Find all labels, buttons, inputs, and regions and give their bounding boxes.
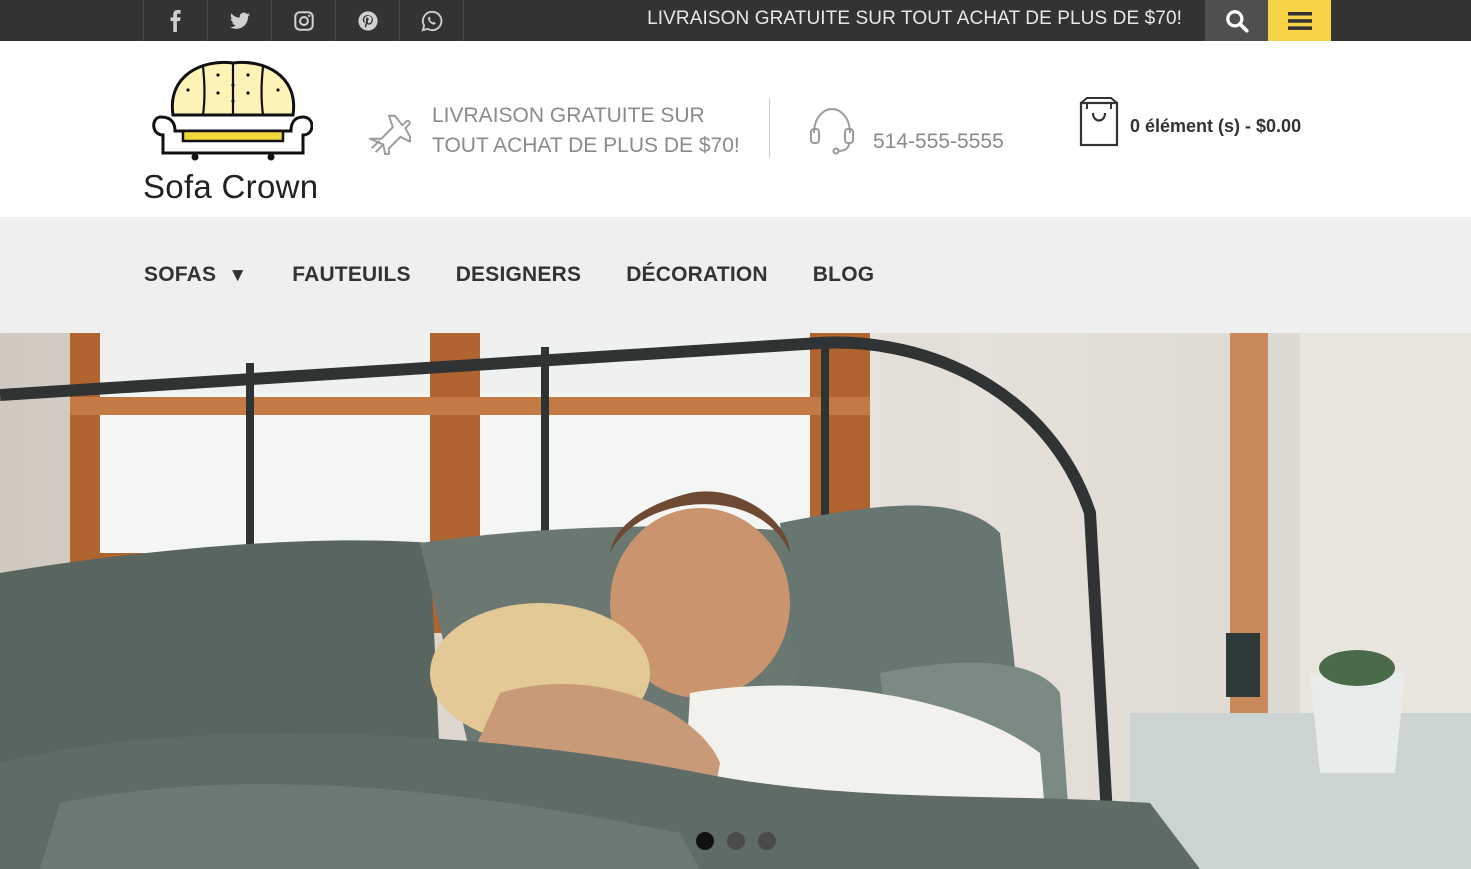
nav-item-label: SOFAS	[144, 263, 217, 286]
search-button[interactable]	[1205, 0, 1268, 41]
hero-slider[interactable]	[0, 333, 1471, 869]
site-logo[interactable]: Sofa Crown	[143, 55, 328, 210]
caret-down-icon: ▼	[228, 265, 248, 286]
nav-item-designers[interactable]: DESIGNERS	[456, 263, 582, 287]
instagram-icon	[293, 10, 314, 31]
nav-item-decoration[interactable]: DÉCORATION	[626, 263, 768, 287]
shopping-bag-icon[interactable]	[1079, 97, 1119, 147]
whatsapp-icon	[421, 10, 442, 31]
nav-item-blog[interactable]: BLOG	[813, 263, 874, 287]
whatsapp-link[interactable]	[400, 0, 464, 41]
phone-number[interactable]: 514-555-5555	[873, 130, 1004, 154]
logo-text: Sofa Crown	[143, 168, 319, 205]
search-icon	[1225, 9, 1249, 33]
headset-icon	[810, 107, 854, 155]
nav-item-label: BLOG	[812, 263, 875, 286]
nav-item-label: FAUTEUILS	[292, 263, 411, 286]
header-divider	[769, 98, 770, 158]
sofa-crown-logo-icon	[152, 60, 313, 161]
nav-item-label: DESIGNERS	[455, 263, 582, 286]
hero-image	[0, 333, 1471, 869]
nav-item-fauteuils[interactable]: FAUTEUILS	[292, 263, 410, 287]
pinterest-icon	[357, 10, 378, 31]
pinterest-link[interactable]	[336, 0, 400, 41]
twitter-icon	[229, 12, 250, 29]
shipping-line-2: TOUT ACHAT DE PLUS DE $70!	[432, 134, 740, 157]
slider-dots	[696, 832, 776, 850]
facebook-icon	[170, 9, 181, 32]
free-shipping-banner: LIVRAISON GRATUITE SUR TOUT ACHAT DE PLU…	[647, 8, 1182, 29]
shipping-info: LIVRAISON GRATUITE SUR TOUT ACHAT DE PLU…	[432, 101, 740, 161]
cart-summary[interactable]: 0 élément (s) - $0.00	[1130, 116, 1301, 137]
hamburger-menu-icon	[1287, 11, 1312, 30]
nav-item-label: DÉCORATION	[626, 263, 768, 286]
twitter-link[interactable]	[208, 0, 272, 41]
main-navigation: SOFAS ▼ FAUTEUILS DESIGNERS DÉCORATION BL…	[0, 217, 1471, 333]
slider-dot-2[interactable]	[727, 832, 745, 850]
menu-button[interactable]	[1268, 0, 1331, 41]
facebook-link[interactable]	[144, 0, 208, 41]
nav-item-sofas[interactable]: SOFAS ▼	[144, 263, 247, 287]
slider-dot-1[interactable]	[696, 832, 714, 850]
shipping-line-1: LIVRAISON GRATUITE SUR	[432, 104, 705, 127]
top-bar: LIVRAISON GRATUITE SUR TOUT ACHAT DE PLU…	[0, 0, 1471, 41]
slider-dot-3[interactable]	[758, 832, 776, 850]
airplane-icon	[368, 114, 412, 156]
instagram-link[interactable]	[272, 0, 336, 41]
social-links	[143, 0, 464, 41]
